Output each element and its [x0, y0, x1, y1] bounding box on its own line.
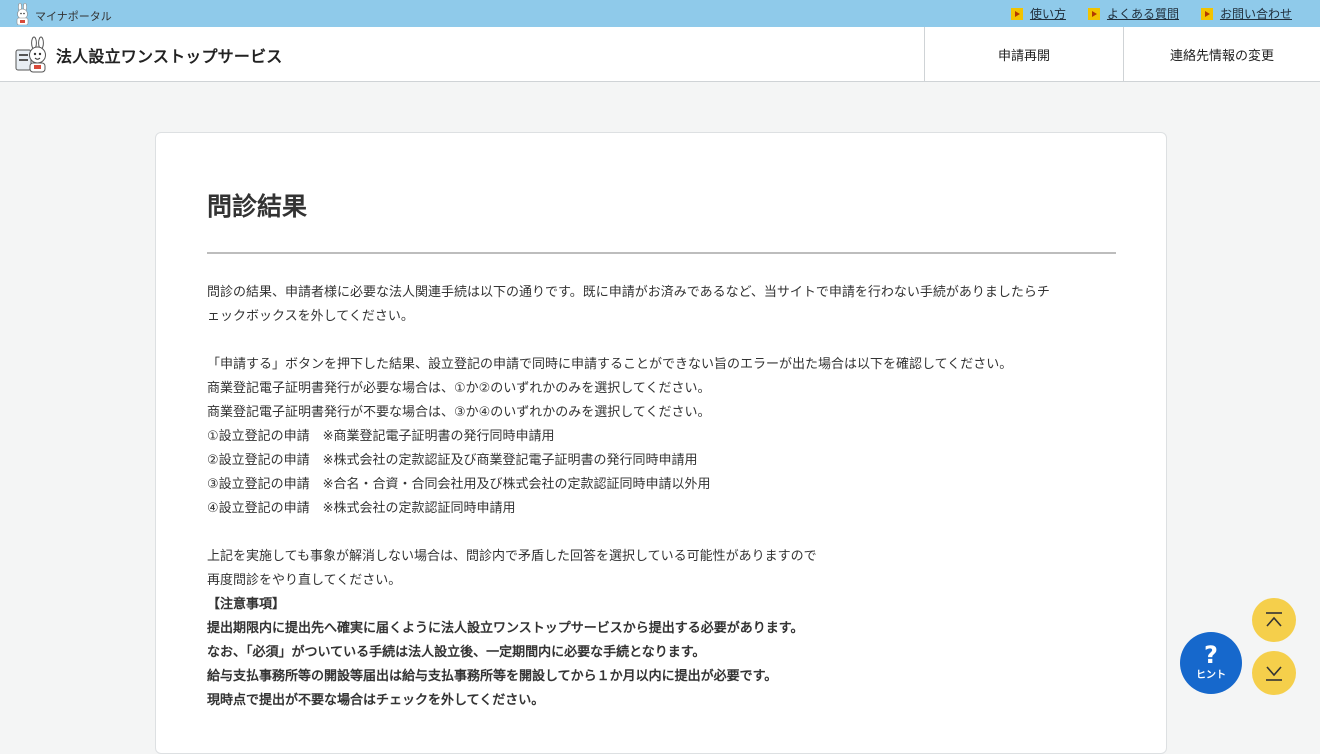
service-logo-icon [15, 36, 46, 73]
mynaportal-logo-icon [16, 3, 29, 25]
retry-text: 上記を実施しても事象が解消しない場合は、問診内で矛盾した回答を選択している可能性… [207, 549, 817, 564]
notice-text: なお、「必須」がついている手続は法人設立後、一定期間内に必要な手続となります。 [207, 645, 706, 660]
arrow-right-icon [1010, 7, 1023, 20]
nav-resume-application[interactable]: 申請再開 [924, 27, 1123, 81]
notice-text: 現時点で提出が不要な場合はチェックを外してください。 [207, 693, 545, 708]
top-bar: マイナポータル 使い方 よくある質問 お問い合わせ [0, 0, 1320, 27]
notice-heading: 【注意事項】 [207, 597, 286, 612]
header-nav: 申請再開 連絡先情報の変更 [924, 27, 1320, 81]
service-brand[interactable]: 法人設立ワンストップサービス [14, 36, 282, 74]
intro-text: 問診の結果、申請者様に必要な法人関連手続は以下の通りです。既に申請がお済みである… [207, 285, 1050, 300]
service-name: 法人設立ワンストップサービス [56, 47, 283, 66]
intro-text: ェックボックスを外してください。 [207, 309, 414, 324]
title-divider [207, 252, 1116, 254]
page-title: 問診結果 [207, 192, 308, 221]
scroll-bottom-icon [1266, 666, 1282, 681]
result-card: 問診結果 問診の結果、申請者様に必要な法人関連手続は以下の通りです。既に申請がお… [155, 132, 1167, 754]
arrow-right-icon [1087, 7, 1100, 20]
mynaportal-brand[interactable]: マイナポータル [14, 2, 112, 25]
link-how-to-use[interactable]: 使い方 [1010, 5, 1066, 22]
link-faq[interactable]: よくある質問 [1087, 5, 1179, 22]
top-links: 使い方 よくある質問 お問い合わせ [1010, 0, 1292, 27]
scroll-top-icon [1266, 612, 1282, 627]
hint-label: ヒント [1196, 670, 1226, 681]
link-label: よくある質問 [1106, 7, 1179, 21]
question-mark-icon: ? [1204, 641, 1218, 669]
retry-text: 再度問診をやり直してください。 [207, 573, 402, 588]
instruction-line: ②設立登記の申請 ※株式会社の定款認証及び商業登記電子証明書の発行同時申請用 [207, 453, 698, 468]
result-content: 問診の結果、申請者様に必要な法人関連手続は以下の通りです。既に申請がお済みである… [207, 281, 1112, 713]
instruction-line: 商業登記電子証明書発行が必要な場合は、①か②のいずれかのみを選択してください。 [207, 381, 711, 396]
arrow-right-icon [1200, 7, 1213, 20]
link-label: 使い方 [1029, 7, 1066, 21]
notice-text: 提出期限内に提出先へ確実に届くように法人設立ワンストップサービスから提出する必要… [207, 621, 804, 636]
instruction-line: ③設立登記の申請 ※合名・合資・合同会社用及び株式会社の定款認証同時申請以外用 [207, 477, 711, 492]
site-header: 法人設立ワンストップサービス 申請再開 連絡先情報の変更 [0, 27, 1320, 82]
scroll-to-bottom-button[interactable] [1252, 651, 1296, 695]
instruction-line: ①設立登記の申請 ※商業登記電子証明書の発行同時申請用 [207, 429, 555, 444]
nav-change-contact-info[interactable]: 連絡先情報の変更 [1123, 27, 1320, 81]
instruction-line: 商業登記電子証明書発行が不要な場合は、③か④のいずれかのみを選択してください。 [207, 405, 711, 420]
scroll-to-top-button[interactable] [1252, 598, 1296, 642]
instruction-line: ④設立登記の申請 ※株式会社の定款認証同時申請用 [207, 501, 516, 516]
hint-button[interactable]: ? ヒント [1180, 632, 1242, 694]
instruction-line: 「申請する」ボタンを押下した結果、設立登記の申請で同時に申請することができない旨… [207, 357, 1013, 372]
notice-text: 給与支払事務所等の開設等届出は給与支払事務所等を開設してから１か月以内に提出が必… [207, 669, 778, 684]
link-label: お問い合わせ [1219, 7, 1292, 21]
portal-name: マイナポータル [35, 10, 112, 23]
link-contact[interactable]: お問い合わせ [1200, 5, 1292, 22]
